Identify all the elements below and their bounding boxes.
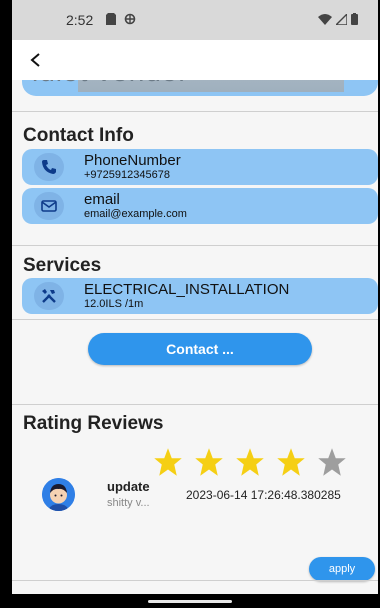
review-snippet: shitty v... (107, 497, 150, 509)
review-title: update (107, 479, 150, 494)
divider (12, 245, 378, 246)
sync-icon (124, 13, 136, 25)
status-time: 2:52 (66, 12, 94, 28)
phone-card[interactable]: PhoneNumber +9725912345678 (22, 149, 378, 185)
reviewer-avatar (42, 478, 75, 511)
star-icon (195, 448, 223, 476)
back-button[interactable] (22, 46, 50, 74)
phone-icon (42, 160, 56, 174)
rating-reviews-title: Rating Reviews (23, 413, 164, 434)
app-bar (12, 40, 378, 80)
star-icon (236, 448, 264, 476)
apply-button[interactable]: apply (309, 557, 375, 581)
divider (12, 580, 378, 581)
status-bar: 2:52 (12, 0, 378, 40)
contact-button[interactable]: Contact ... (88, 333, 312, 365)
back-arrow-icon (30, 53, 40, 67)
wifi-icon (318, 13, 332, 25)
app-screen: 2:52 idiot vendor Contact Info PhoneNumb… (12, 0, 378, 594)
home-gesture-bar[interactable] (148, 600, 232, 603)
phone-value: +9725912345678 (84, 169, 170, 181)
battery-icon (351, 13, 358, 25)
service-price: 12.0ILS /1m (84, 298, 144, 310)
divider (12, 319, 378, 320)
review-date: 2023-06-14 17:26:48.380285 (186, 488, 341, 502)
system-nav-bar (0, 594, 380, 608)
mail-icon (41, 200, 57, 212)
signal-icon (336, 13, 347, 25)
sim-card-icon (106, 13, 116, 25)
rating-stars (152, 447, 348, 477)
star-icon (318, 448, 346, 476)
email-label: email (84, 191, 120, 208)
divider (12, 404, 378, 405)
email-card[interactable]: email email@example.com (22, 188, 378, 224)
email-value: email@example.com (84, 208, 187, 220)
services-title: Services (23, 255, 102, 276)
service-card[interactable]: ELECTRICAL_INSTALLATION 12.0ILS /1m (22, 278, 378, 314)
service-name: ELECTRICAL_INSTALLATION (84, 281, 290, 298)
divider (12, 111, 378, 112)
avatar-icon (42, 478, 75, 511)
contact-info-title: Contact Info (23, 125, 134, 146)
tools-icon (42, 289, 56, 303)
star-icon (277, 448, 305, 476)
phone-label: PhoneNumber (84, 152, 181, 169)
star-icon (154, 448, 182, 476)
